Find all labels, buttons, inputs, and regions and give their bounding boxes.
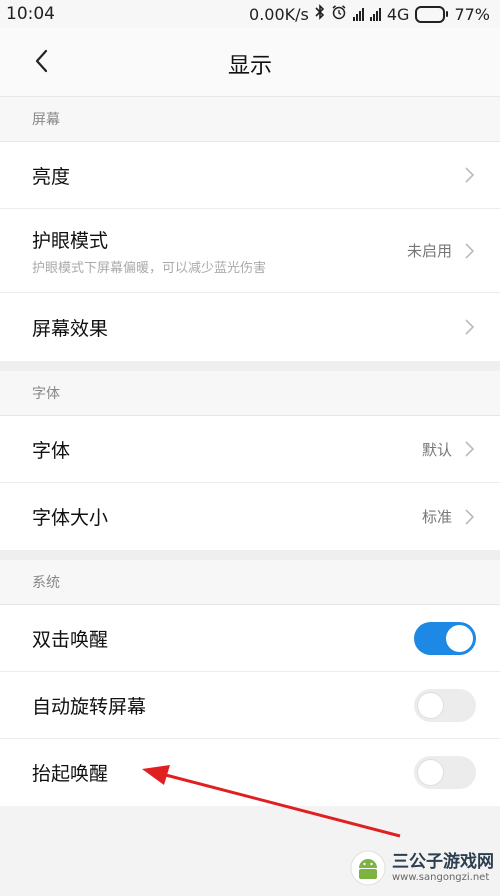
signal-strength-icon-2 — [369, 7, 381, 21]
row-label: 字体大小 — [32, 507, 109, 529]
section-gap — [0, 550, 500, 560]
double-tap-wake-toggle[interactable] — [414, 621, 476, 655]
status-icons: 0.00K/s 4G 77% — [249, 4, 490, 24]
row-label: 抬起唤醒 — [32, 763, 109, 785]
raise-to-wake-toggle[interactable] — [414, 756, 476, 789]
status-time: 10:04 — [6, 4, 55, 24]
double-tap-wake-row: 双击唤醒 — [0, 605, 500, 672]
group-system: 双击唤醒 自动旋转屏幕 抬起唤醒 — [0, 605, 500, 806]
network-speed: 0.00K/s — [249, 4, 309, 24]
row-label: 自动旋转屏幕 — [32, 695, 147, 718]
group-screen: 亮度 护眼模式 护眼模式下屏幕偏暖，可以减少蓝光伤害 未启用 屏幕效果 — [0, 142, 500, 361]
battery-percent: 77% — [454, 4, 490, 24]
bluetooth-icon — [315, 4, 325, 24]
row-value: 默认 — [421, 440, 452, 459]
watermark-title: 三公子游戏网 — [392, 852, 494, 873]
chevron-right-icon — [465, 441, 475, 457]
section-header-system: 系统 — [0, 560, 500, 605]
network-type: 4G — [386, 4, 410, 24]
auto-rotate-row: 自动旋转屏幕 — [0, 672, 500, 739]
brightness-row[interactable]: 亮度 — [0, 142, 500, 209]
title-bar: 显示 — [0, 28, 500, 97]
chevron-right-icon — [465, 242, 475, 259]
signal-strength-icon — [352, 7, 364, 21]
watermark-url: www.sangongzi.net — [392, 871, 490, 883]
screen-effect-row[interactable]: 屏幕效果 — [0, 293, 500, 361]
android-logo-icon — [350, 850, 386, 886]
eye-comfort-row[interactable]: 护眼模式 护眼模式下屏幕偏暖，可以减少蓝光伤害 未启用 — [0, 209, 500, 293]
chevron-right-icon — [465, 167, 475, 183]
section-header-font: 字体 — [0, 371, 500, 416]
status-bar: 10:04 0.00K/s 4G 77% — [0, 0, 500, 28]
battery-icon — [415, 5, 449, 23]
row-description: 护眼模式下屏幕偏暖，可以减少蓝光伤害 — [32, 260, 267, 276]
row-value: 未启用 — [406, 242, 452, 260]
row-label: 双击唤醒 — [32, 628, 109, 651]
page-title: 显示 — [227, 54, 272, 79]
watermark: 三公子游戏网 www.sangongzi.net — [350, 850, 494, 886]
row-label: 亮度 — [32, 165, 71, 188]
section-gap — [0, 361, 500, 371]
row-value: 标准 — [421, 508, 452, 526]
alarm-icon — [331, 4, 347, 24]
raise-to-wake-row: 抬起唤醒 — [0, 739, 500, 806]
font-size-row[interactable]: 字体大小 标准 — [0, 483, 500, 550]
chevron-right-icon — [465, 508, 475, 525]
group-font: 字体 默认 字体大小 标准 — [0, 416, 500, 550]
row-label: 屏幕效果 — [32, 317, 109, 340]
section-header-screen: 屏幕 — [0, 97, 500, 142]
auto-rotate-toggle[interactable] — [414, 688, 476, 722]
chevron-right-icon — [465, 319, 475, 335]
row-label: 字体 — [32, 439, 71, 462]
font-row[interactable]: 字体 默认 — [0, 416, 500, 483]
row-label: 护眼模式 — [32, 229, 109, 252]
